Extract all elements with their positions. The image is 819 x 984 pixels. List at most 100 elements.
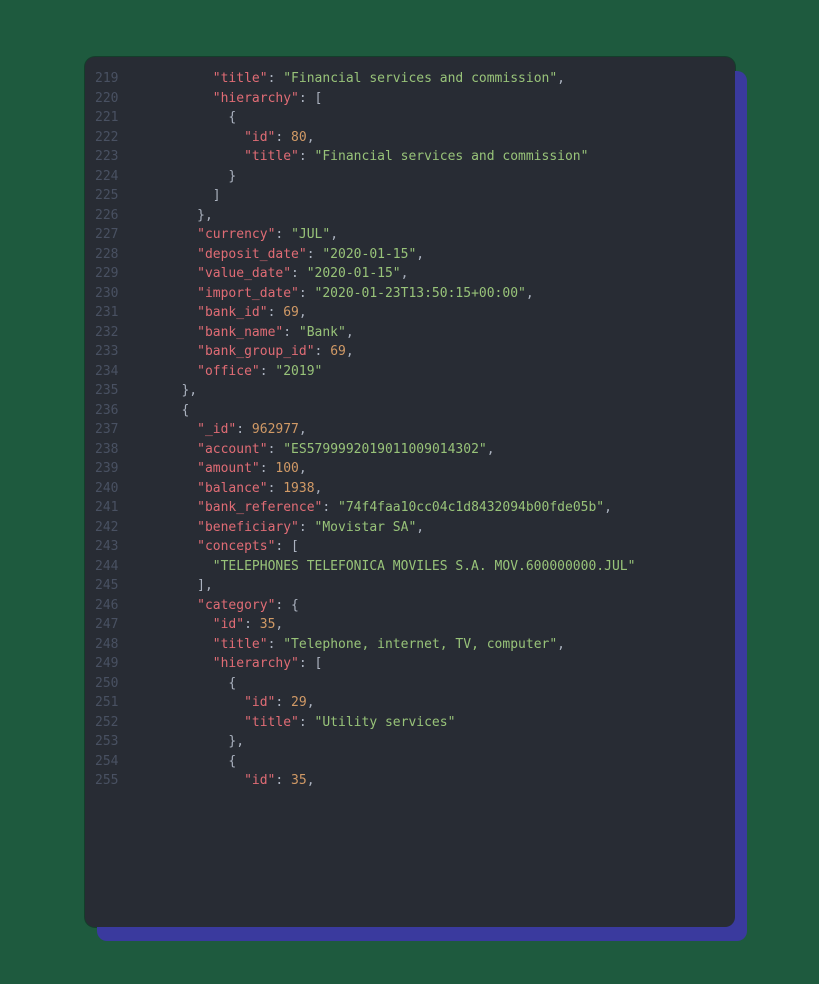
code-line[interactable]: 222 "id": 80, bbox=[85, 128, 735, 148]
line-content[interactable]: }, bbox=[135, 381, 735, 401]
line-content[interactable]: "bank_name": "Bank", bbox=[135, 323, 735, 343]
token-punct: { bbox=[228, 676, 236, 691]
token-punct: : [ bbox=[275, 539, 298, 554]
code-line[interactable]: 247 "id": 35, bbox=[85, 615, 735, 635]
token-key: "balance" bbox=[197, 481, 267, 496]
code-line[interactable]: 244 "TELEPHONES TELEFONICA MOVILES S.A. … bbox=[85, 557, 735, 577]
code-line[interactable]: 236 { bbox=[85, 401, 735, 421]
line-content[interactable]: "beneficiary": "Movistar SA", bbox=[135, 518, 735, 538]
line-content[interactable]: "currency": "JUL", bbox=[135, 225, 735, 245]
code-line[interactable]: 225 ] bbox=[85, 186, 735, 206]
token-punct: : bbox=[236, 422, 252, 437]
code-line[interactable]: 231 "bank_id": 69, bbox=[85, 303, 735, 323]
line-content[interactable]: "account": "ES5799992019011009014302", bbox=[135, 440, 735, 460]
token-string: "Telephone, internet, TV, computer" bbox=[283, 637, 557, 652]
line-content[interactable]: } bbox=[135, 167, 735, 187]
line-content[interactable]: "title": "Utility services" bbox=[135, 713, 735, 733]
line-content[interactable]: "concepts": [ bbox=[135, 537, 735, 557]
code-line[interactable]: 232 "bank_name": "Bank", bbox=[85, 323, 735, 343]
line-number: 253 bbox=[85, 732, 135, 752]
line-content[interactable]: { bbox=[135, 108, 735, 128]
code-line[interactable]: 221 { bbox=[85, 108, 735, 128]
line-content[interactable]: "title": "Telephone, internet, TV, compu… bbox=[135, 635, 735, 655]
line-content[interactable]: "hierarchy": [ bbox=[135, 654, 735, 674]
token-string: "Financial services and commission" bbox=[315, 149, 589, 164]
code-line[interactable]: 234 "office": "2019" bbox=[85, 362, 735, 382]
code-line[interactable]: 220 "hierarchy": [ bbox=[85, 89, 735, 109]
code-line[interactable]: 223 "title": "Financial services and com… bbox=[85, 147, 735, 167]
code-line[interactable]: 241 "bank_reference": "74f4faa10cc04c1d8… bbox=[85, 498, 735, 518]
line-content[interactable]: "title": "Financial services and commiss… bbox=[135, 69, 735, 89]
line-content[interactable]: "category": { bbox=[135, 596, 735, 616]
line-content[interactable]: "id": 35, bbox=[135, 615, 735, 635]
code-line[interactable]: 227 "currency": "JUL", bbox=[85, 225, 735, 245]
code-line[interactable]: 255 "id": 35, bbox=[85, 771, 735, 791]
line-content[interactable]: ] bbox=[135, 186, 735, 206]
line-content[interactable]: "hierarchy": [ bbox=[135, 89, 735, 109]
line-content[interactable]: { bbox=[135, 401, 735, 421]
line-content[interactable]: "bank_reference": "74f4faa10cc04c1d84320… bbox=[135, 498, 735, 518]
line-number: 231 bbox=[85, 303, 135, 323]
code-line[interactable]: 237 "_id": 962977, bbox=[85, 420, 735, 440]
code-line[interactable]: 238 "account": "ES5799992019011009014302… bbox=[85, 440, 735, 460]
line-content[interactable]: "import_date": "2020-01-23T13:50:15+00:0… bbox=[135, 284, 735, 304]
code-line[interactable]: 239 "amount": 100, bbox=[85, 459, 735, 479]
line-number: 223 bbox=[85, 147, 135, 167]
line-content[interactable]: ], bbox=[135, 576, 735, 596]
token-string: "2020-01-23T13:50:15+00:00" bbox=[315, 286, 526, 301]
code-line[interactable]: 246 "category": { bbox=[85, 596, 735, 616]
code-line[interactable]: 219 "title": "Financial services and com… bbox=[85, 69, 735, 89]
code-line[interactable]: 242 "beneficiary": "Movistar SA", bbox=[85, 518, 735, 538]
line-content[interactable]: { bbox=[135, 752, 735, 772]
line-content[interactable]: "bank_group_id": 69, bbox=[135, 342, 735, 362]
code-line[interactable]: 251 "id": 29, bbox=[85, 693, 735, 713]
line-content[interactable]: "id": 29, bbox=[135, 693, 735, 713]
code-line[interactable]: 243 "concepts": [ bbox=[85, 537, 735, 557]
line-content[interactable]: "amount": 100, bbox=[135, 459, 735, 479]
line-content[interactable]: "office": "2019" bbox=[135, 362, 735, 382]
token-punct: , bbox=[401, 266, 409, 281]
line-content[interactable]: "_id": 962977, bbox=[135, 420, 735, 440]
code-line[interactable]: 250 { bbox=[85, 674, 735, 694]
token-punct: , bbox=[299, 461, 307, 476]
code-body[interactable]: 219 "title": "Financial services and com… bbox=[85, 69, 735, 791]
code-line[interactable]: 233 "bank_group_id": 69, bbox=[85, 342, 735, 362]
code-line[interactable]: 254 { bbox=[85, 752, 735, 772]
code-line[interactable]: 226 }, bbox=[85, 206, 735, 226]
line-content[interactable]: "bank_id": 69, bbox=[135, 303, 735, 323]
line-content[interactable]: { bbox=[135, 674, 735, 694]
line-content[interactable]: "deposit_date": "2020-01-15", bbox=[135, 245, 735, 265]
line-content[interactable]: }, bbox=[135, 206, 735, 226]
line-number: 228 bbox=[85, 245, 135, 265]
code-line[interactable]: 249 "hierarchy": [ bbox=[85, 654, 735, 674]
code-line[interactable]: 229 "value_date": "2020-01-15", bbox=[85, 264, 735, 284]
token-punct: , bbox=[487, 442, 495, 457]
token-punct: , bbox=[307, 695, 315, 710]
token-punct: , bbox=[604, 500, 612, 515]
code-line[interactable]: 253 }, bbox=[85, 732, 735, 752]
token-key: "hierarchy" bbox=[213, 91, 299, 106]
token-punct: ] bbox=[213, 188, 221, 203]
line-content[interactable]: "id": 35, bbox=[135, 771, 735, 791]
code-line[interactable]: 224 } bbox=[85, 167, 735, 187]
line-number: 249 bbox=[85, 654, 135, 674]
token-key: "bank_reference" bbox=[197, 500, 322, 515]
line-content[interactable]: "balance": 1938, bbox=[135, 479, 735, 499]
code-line[interactable]: 248 "title": "Telephone, internet, TV, c… bbox=[85, 635, 735, 655]
code-editor[interactable]: 219 "title": "Financial services and com… bbox=[85, 57, 735, 927]
line-content[interactable]: "id": 80, bbox=[135, 128, 735, 148]
token-num: 35 bbox=[291, 773, 307, 788]
code-line[interactable]: 228 "deposit_date": "2020-01-15", bbox=[85, 245, 735, 265]
line-number: 251 bbox=[85, 693, 135, 713]
line-content[interactable]: "value_date": "2020-01-15", bbox=[135, 264, 735, 284]
line-content[interactable]: "TELEPHONES TELEFONICA MOVILES S.A. MOV.… bbox=[135, 557, 735, 577]
code-line[interactable]: 235 }, bbox=[85, 381, 735, 401]
token-punct: }, bbox=[181, 383, 197, 398]
line-number: 240 bbox=[85, 479, 135, 499]
code-line[interactable]: 245 ], bbox=[85, 576, 735, 596]
code-line[interactable]: 240 "balance": 1938, bbox=[85, 479, 735, 499]
line-content[interactable]: "title": "Financial services and commiss… bbox=[135, 147, 735, 167]
line-content[interactable]: }, bbox=[135, 732, 735, 752]
code-line[interactable]: 252 "title": "Utility services" bbox=[85, 713, 735, 733]
code-line[interactable]: 230 "import_date": "2020-01-23T13:50:15+… bbox=[85, 284, 735, 304]
